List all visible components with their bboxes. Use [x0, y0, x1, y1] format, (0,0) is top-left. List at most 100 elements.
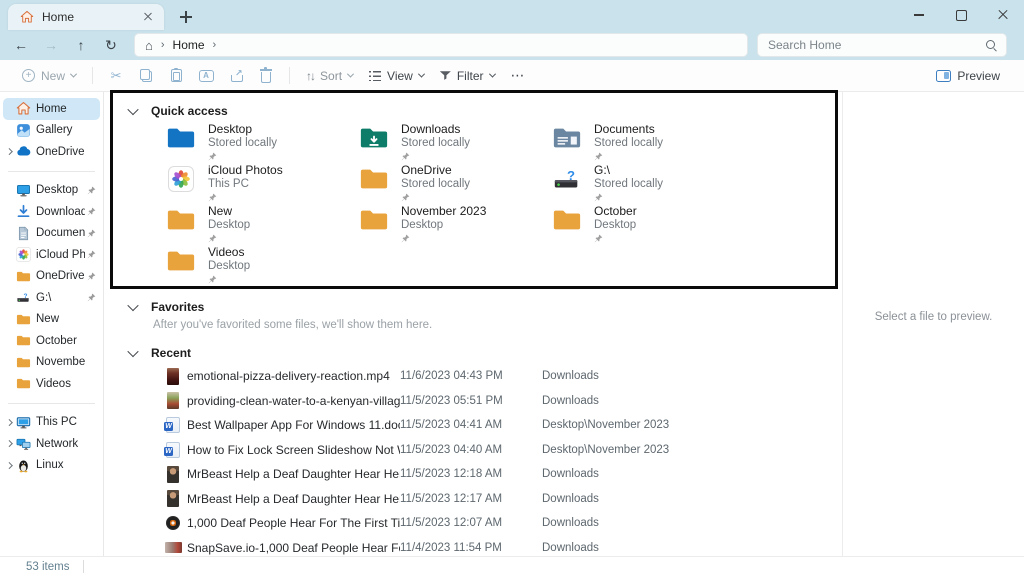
sidebar-item[interactable]: Desktop: [3, 180, 100, 202]
folder-icon: [359, 125, 389, 151]
sidebar-item-icon: [16, 204, 31, 219]
pin-icon: [594, 193, 603, 202]
chevron-right-icon[interactable]: [3, 463, 16, 468]
search-input[interactable]: [768, 38, 985, 52]
folder-icon: [552, 125, 582, 151]
window-controls: [898, 0, 1024, 30]
sidebar-item-icon: [16, 226, 31, 241]
file-icon-cell: [163, 442, 183, 458]
tab-home[interactable]: Home: [8, 4, 164, 30]
sidebar-item-icon: [16, 458, 31, 473]
sidebar-item-icon: [16, 312, 31, 327]
breadcrumb[interactable]: ⌂ › Home ›: [134, 33, 748, 57]
ellipsis-icon: ⋯: [511, 67, 525, 84]
chevron-right-icon[interactable]: ›: [161, 39, 165, 51]
recent-file-row[interactable]: Best Wallpaper App For Windows 11.docx 1…: [105, 413, 842, 438]
quick-access-item[interactable]: Documents Stored locally: [552, 123, 745, 164]
delete-button[interactable]: [251, 63, 281, 89]
sidebar-item[interactable]: October: [3, 330, 100, 352]
file-date-modified: 11/6/2023 04:43 PM: [400, 370, 542, 382]
recent-file-row[interactable]: 1,000 Deaf People Hear For The First Tim…: [105, 511, 842, 536]
recent-file-row[interactable]: MrBeast Help a Deaf Daughter Hear Her Mo…: [105, 462, 842, 487]
cut-button[interactable]: ✂: [101, 63, 131, 89]
pin-icon: [87, 293, 96, 302]
quick-access-item[interactable]: Desktop Stored locally: [166, 123, 359, 164]
pin-icon: [87, 229, 96, 238]
minimize-button[interactable]: [898, 0, 940, 30]
sidebar-item[interactable]: Network: [3, 433, 100, 455]
breadcrumb-home-label[interactable]: Home: [173, 38, 205, 52]
recent-file-row[interactable]: providing-clean-water-to-a-kenyan-villag…: [105, 389, 842, 414]
sidebar-item[interactable]: Linux: [3, 455, 100, 477]
quick-access-item[interactable]: New Desktop: [166, 205, 359, 246]
sidebar-item[interactable]: iCloud Photos: [3, 244, 100, 266]
quick-access-item[interactable]: October Desktop: [552, 205, 745, 246]
up-button[interactable]: ↑: [66, 32, 96, 58]
item-subtitle: Desktop: [208, 259, 250, 273]
share-button[interactable]: [221, 63, 251, 89]
filter-button[interactable]: Filter: [432, 63, 503, 89]
quick-access-item[interactable]: G:\ Stored locally: [552, 164, 745, 205]
close-button[interactable]: [982, 0, 1024, 30]
item-subtitle: Stored locally: [208, 136, 277, 150]
chevron-right-icon[interactable]: [3, 149, 16, 154]
recent-file-row[interactable]: MrBeast Help a Deaf Daughter Hear Her Mo…: [105, 487, 842, 512]
file-thumbnail-icon: [167, 392, 179, 409]
refresh-button[interactable]: ↻: [96, 32, 126, 58]
sidebar-item[interactable]: OneDrive: [3, 266, 100, 288]
quick-access-header[interactable]: Quick access: [105, 102, 842, 120]
favorites-header[interactable]: Favorites: [105, 298, 842, 316]
tab-close-icon[interactable]: [140, 9, 156, 25]
sidebar-item[interactable]: This PC: [3, 412, 100, 434]
sidebar-item-icon: [16, 436, 31, 451]
search-icon[interactable]: [985, 39, 998, 52]
back-button[interactable]: ←: [6, 32, 36, 58]
quick-access-item[interactable]: Downloads Stored locally: [359, 123, 552, 164]
sidebar-item[interactable]: Gallery: [3, 120, 100, 142]
forward-button[interactable]: →: [36, 32, 66, 58]
pin-icon: [87, 186, 96, 195]
sidebar-item[interactable]: G:\: [3, 287, 100, 309]
quick-access-item[interactable]: OneDrive Stored locally: [359, 164, 552, 205]
breadcrumb-home-icon[interactable]: ⌂: [145, 38, 153, 53]
paste-button[interactable]: [161, 63, 191, 89]
sidebar-item[interactable]: Documents: [3, 223, 100, 245]
sidebar-item[interactable]: Home: [3, 98, 100, 120]
recent-file-row[interactable]: emotional-pizza-delivery-reaction.mp4 11…: [105, 364, 842, 389]
sidebar-item[interactable]: OneDrive - Persona: [3, 141, 100, 163]
search-box[interactable]: [757, 33, 1007, 57]
new-tab-button[interactable]: [178, 9, 194, 25]
sidebar-item[interactable]: Videos: [3, 373, 100, 395]
preview-toggle-button[interactable]: Preview: [928, 63, 1008, 89]
copy-button[interactable]: [131, 63, 161, 89]
sidebar-top-group: Home Gallery OneDrive - Persona: [0, 98, 103, 163]
chevron-right-icon[interactable]: [3, 441, 16, 446]
chevron-down-icon[interactable]: [127, 104, 138, 115]
pin-icon: [87, 207, 96, 216]
sidebar-item-label: New: [36, 313, 85, 325]
view-button[interactable]: View: [361, 63, 432, 89]
more-options-button[interactable]: ⋯: [503, 63, 533, 89]
quick-access-item[interactable]: iCloud Photos This PC: [166, 164, 359, 205]
chevron-right-icon[interactable]: ›: [213, 39, 217, 51]
sort-button[interactable]: ↑↓ Sort: [298, 63, 361, 89]
chevron-right-icon[interactable]: [3, 420, 16, 425]
chevron-down-icon[interactable]: [127, 346, 138, 357]
sidebar-item[interactable]: New: [3, 309, 100, 331]
sidebar-item[interactable]: Downloads: [3, 201, 100, 223]
recent-file-row[interactable]: How to Fix Lock Screen Slideshow Not Wor…: [105, 438, 842, 463]
quick-access-item[interactable]: Videos Desktop: [166, 246, 359, 287]
sidebar-item-label: OneDrive - Persona: [36, 146, 85, 158]
recent-header[interactable]: Recent: [105, 344, 842, 362]
rename-button[interactable]: A: [191, 63, 221, 89]
quick-access-item[interactable]: November 2023 Desktop: [359, 205, 552, 246]
sidebar-item-icon: [16, 123, 31, 138]
chevron-down-icon[interactable]: [127, 300, 138, 311]
file-location: Downloads: [542, 517, 599, 529]
new-button[interactable]: + New: [14, 63, 84, 89]
file-thumbnail-icon: [165, 542, 182, 553]
recent-file-row[interactable]: SnapSave.io-1,000 Deaf People Hear For T…: [105, 536, 842, 557]
sidebar-item[interactable]: November 2023: [3, 352, 100, 374]
sidebar-separator: [8, 403, 95, 404]
maximize-button[interactable]: [940, 0, 982, 30]
